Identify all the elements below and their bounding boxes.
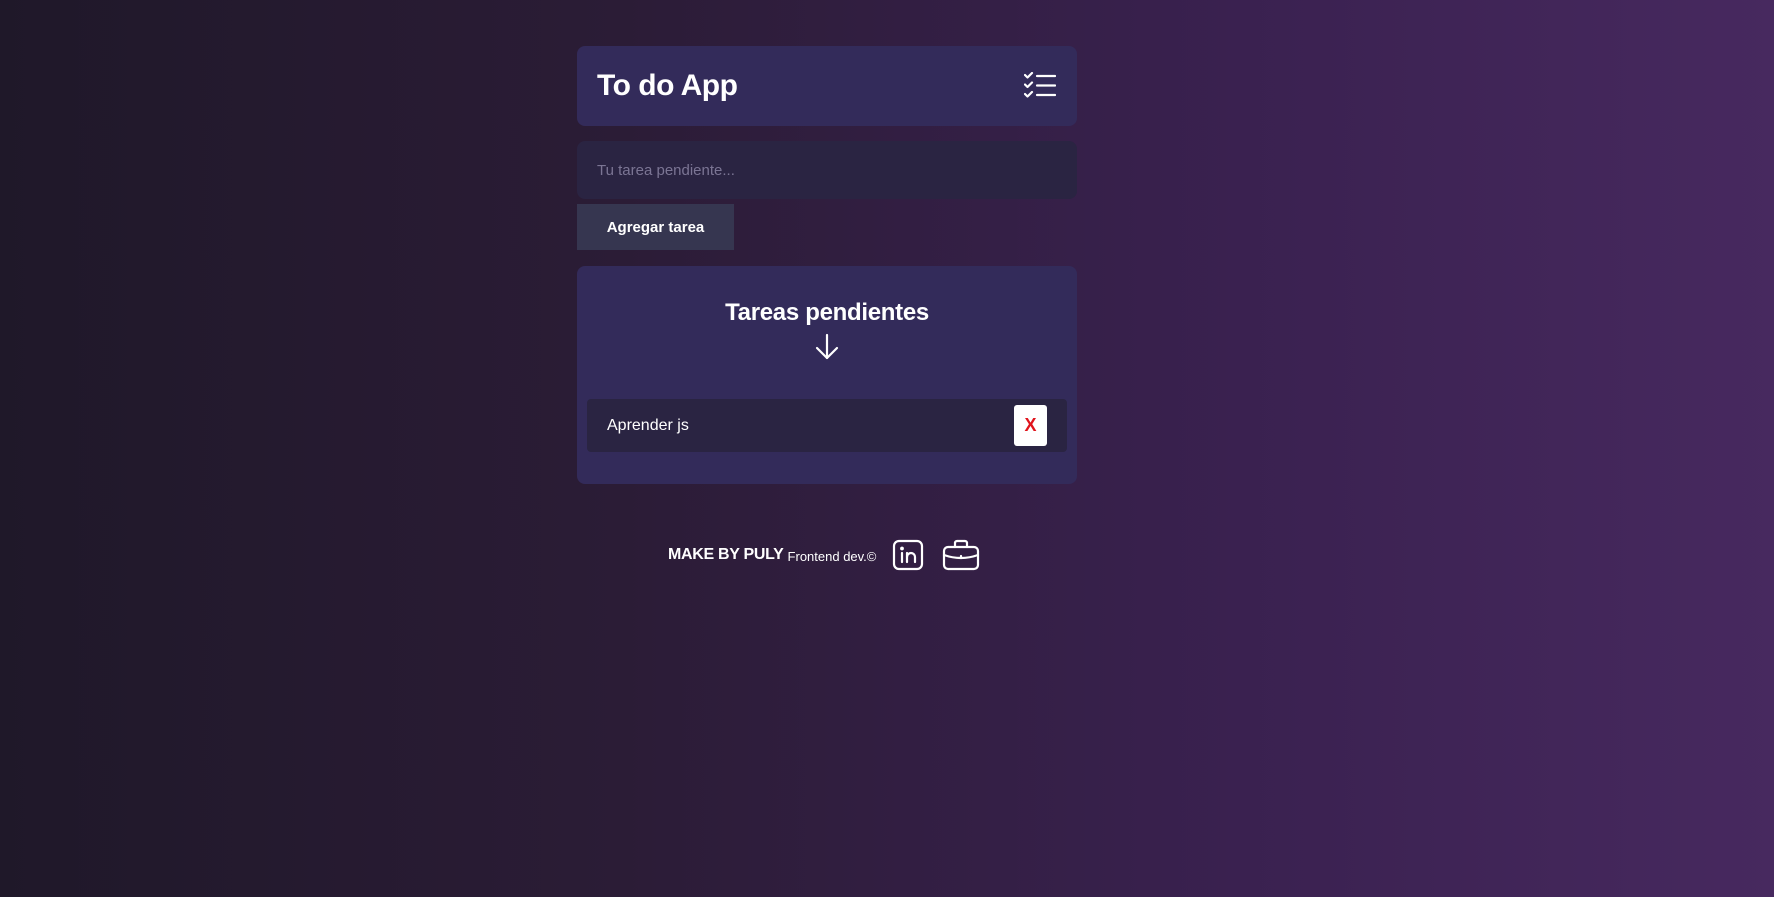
footer-brand: MAKE BY PULY	[668, 546, 784, 563]
checklist-icon	[1023, 71, 1057, 101]
linkedin-icon	[892, 539, 924, 571]
pending-tasks-title: Tareas pendientes	[725, 299, 929, 326]
task-item: Aprender js X	[587, 399, 1067, 452]
arrow-down-icon	[587, 333, 1067, 361]
task-input-wrapper	[577, 141, 1077, 199]
pending-tasks-panel: Tareas pendientes Aprender js X	[577, 266, 1077, 484]
app-container: To do App Agregar tarea Tareas pendiente…	[577, 46, 1077, 484]
portfolio-link[interactable]	[942, 538, 980, 572]
app-title: To do App	[597, 69, 738, 102]
footer-social-links	[892, 538, 998, 572]
add-task-button[interactable]: Agregar tarea	[577, 204, 734, 250]
briefcase-icon	[942, 538, 980, 572]
task-input[interactable]	[577, 141, 1077, 199]
task-text: Aprender js	[607, 416, 689, 434]
linkedin-link[interactable]	[892, 539, 924, 571]
app-header: To do App	[577, 46, 1077, 126]
footer-role: Frontend dev.©	[787, 548, 877, 564]
footer: MAKE BY PULY Frontend dev.©	[668, 538, 998, 572]
delete-task-button[interactable]: X	[1014, 405, 1047, 446]
